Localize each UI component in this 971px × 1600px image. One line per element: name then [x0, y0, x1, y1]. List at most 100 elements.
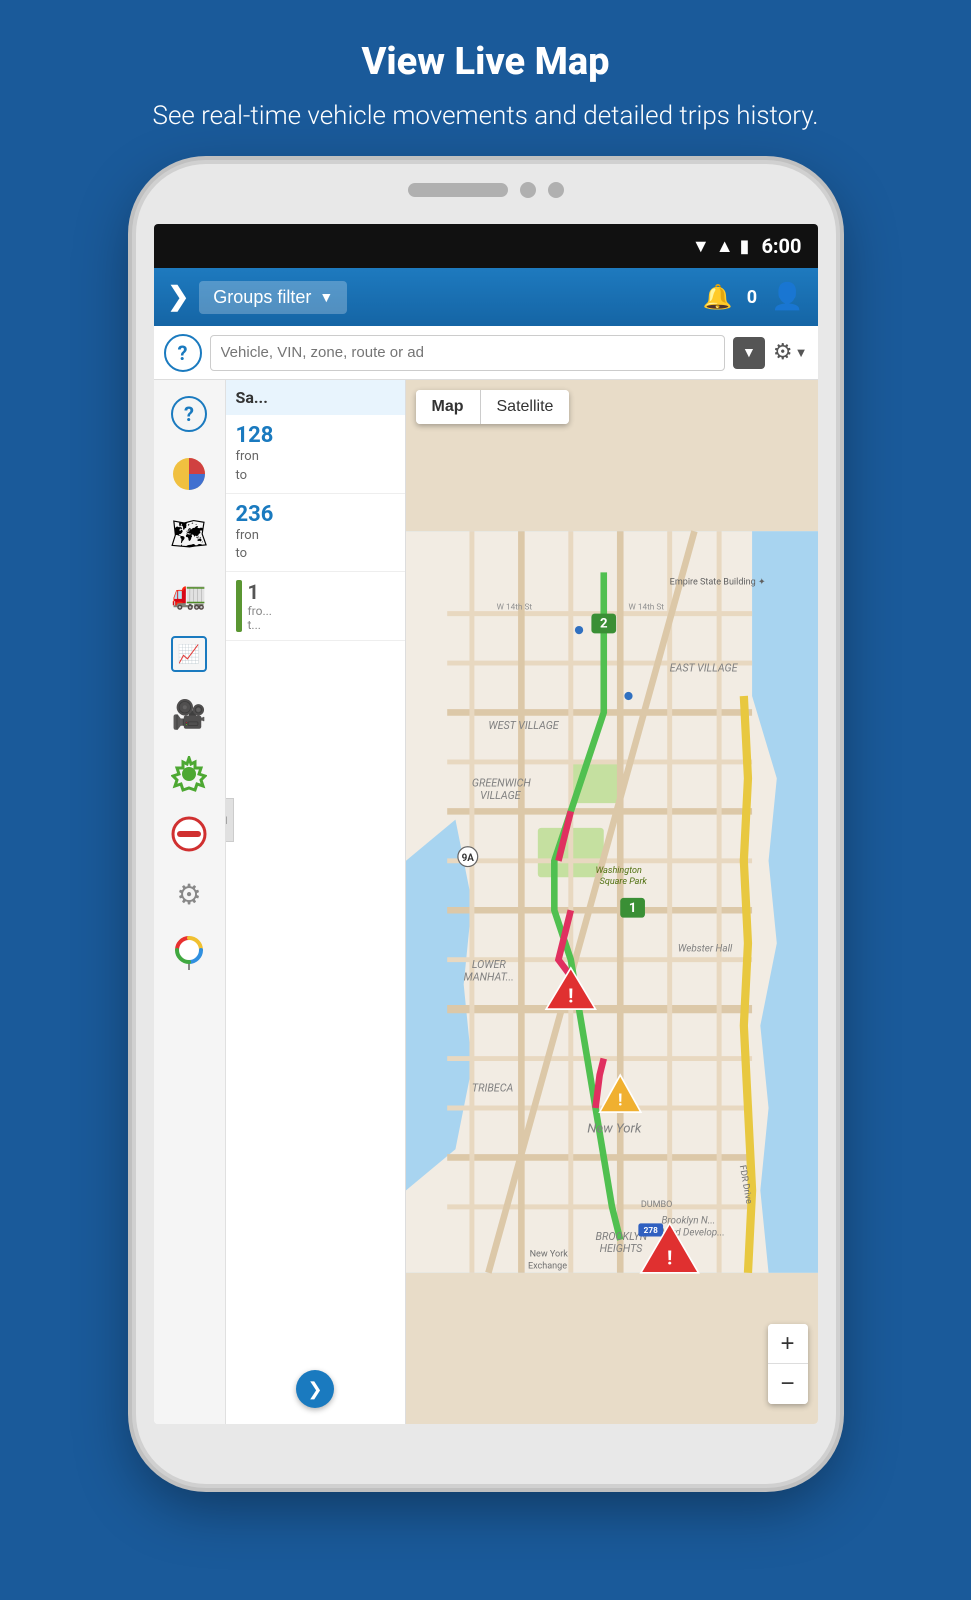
groups-filter-label: Groups filter [213, 287, 311, 308]
groups-filter-button[interactable]: Groups filter ▼ [199, 281, 347, 314]
svg-text:HEIGHTS: HEIGHTS [599, 1243, 643, 1256]
search-dropdown-button[interactable]: ▼ [733, 337, 765, 369]
vehicles-header-label: Sa... [236, 388, 268, 407]
no-entry-icon [171, 816, 207, 852]
vehicle-route-1: fro...t... [248, 604, 272, 632]
map-toggle: Map Satellite [416, 390, 570, 424]
sidebar-item-analytics[interactable]: 📈 [159, 626, 219, 682]
status-time: 6:00 [761, 234, 801, 258]
panel-collapse-button[interactable]: ◄ [226, 798, 234, 842]
vehicle-route-236: fronto [236, 527, 395, 563]
notification-bell-icon[interactable]: 🔔 [703, 283, 733, 311]
satellite-view-button[interactable]: Satellite [481, 390, 570, 424]
notification-badge: 0 [747, 287, 757, 308]
phone-speaker [408, 183, 508, 197]
svg-text:1: 1 [628, 901, 636, 916]
search-bar: ? ▼ ⚙ ▼ [154, 326, 818, 380]
status-icons: ▼ ▲ ▮ 6:00 [692, 234, 802, 258]
phone-frame: ▼ ▲ ▮ 6:00 ❯ Groups filter ▼ 🔔 0 👤 ? [136, 164, 836, 1484]
svg-text:W 14th St: W 14th St [628, 603, 664, 613]
main-content: ? 🗺 🚛 📈 [154, 380, 818, 1424]
panel-forward-button[interactable]: ❯ [296, 1370, 334, 1408]
phone-camera-2 [548, 182, 564, 198]
help-icon: ? [178, 341, 188, 365]
sidebar-item-map[interactable]: 🗺 [159, 506, 219, 562]
navigation-pin-icon [171, 936, 207, 972]
vehicles-header: Sa... [226, 380, 405, 415]
toolbar-right: 🔔 0 👤 [703, 282, 804, 312]
vehicles-panel: ◄ Sa... 128 fronto 236 fronto [226, 380, 406, 1424]
svg-text:WEST VILLAGE: WEST VILLAGE [488, 719, 559, 732]
sidebar-item-settings-green[interactable] [159, 746, 219, 802]
map-background: WEST VILLAGE GREENWICH VILLAGE LOWER MAN… [406, 380, 818, 1424]
wifi-icon: ▼ [692, 236, 710, 257]
zoom-out-button[interactable]: − [768, 1364, 808, 1404]
svg-text:W 14th St: W 14th St [496, 603, 532, 613]
svg-text:Webster Hall: Webster Hall [677, 944, 732, 955]
user-profile-icon[interactable]: 👤 [771, 282, 803, 312]
phone-screen: ▼ ▲ ▮ 6:00 ❯ Groups filter ▼ 🔔 0 👤 ? [154, 224, 818, 1424]
header-section: View Live Map See real-time vehicle move… [133, 0, 839, 164]
page-subtitle: See real-time vehicle movements and deta… [153, 98, 819, 134]
svg-text:2: 2 [599, 617, 607, 632]
app-toolbar: ❯ Groups filter ▼ 🔔 0 👤 [154, 268, 818, 326]
sidebar-item-navigation[interactable] [159, 926, 219, 982]
reports-pie-icon [171, 456, 207, 492]
settings-caret-icon: ▼ [795, 345, 808, 361]
svg-text:New York: New York [587, 1122, 642, 1137]
svg-text:278: 278 [643, 1227, 657, 1237]
map-area: WEST VILLAGE GREENWICH VILLAGE LOWER MAN… [406, 380, 818, 1424]
sidebar: ? 🗺 🚛 📈 [154, 380, 226, 1424]
groups-filter-caret: ▼ [319, 289, 333, 305]
vehicle-item-128[interactable]: 128 fronto [226, 415, 405, 493]
svg-text:TRIBECA: TRIBECA [471, 1082, 513, 1095]
svg-text:MANHAT...: MANHAT... [463, 971, 513, 984]
vehicle-number-1: 1 [248, 580, 272, 604]
truck-icon: 🚛 [172, 578, 207, 611]
sidebar-item-reports[interactable] [159, 446, 219, 502]
toolbar-back-arrow[interactable]: ❯ [168, 282, 190, 312]
svg-text:!: ! [618, 1092, 622, 1111]
settings-gear-icon: ⚙ [773, 340, 793, 365]
sidebar-item-configuration[interactable]: ⚙ [159, 866, 219, 922]
svg-text:EAST VILLAGE: EAST VILLAGE [669, 662, 738, 675]
zoom-in-button[interactable]: + [768, 1324, 808, 1364]
vehicle-number-236: 236 [236, 502, 395, 527]
search-settings-button[interactable]: ⚙ ▼ [773, 340, 808, 365]
sidebar-item-help[interactable]: ? [159, 386, 219, 442]
battery-icon: ▮ [740, 236, 750, 257]
svg-text:LOWER: LOWER [471, 958, 506, 971]
svg-text:!: ! [667, 1247, 672, 1270]
dropdown-caret-icon: ▼ [742, 344, 756, 361]
svg-text:VILLAGE: VILLAGE [480, 789, 522, 802]
map-view-button[interactable]: Map [416, 390, 480, 424]
sidebar-item-no-entry[interactable] [159, 806, 219, 862]
svg-text:Washington: Washington [595, 867, 641, 877]
map-bookmark-icon: 🗺 [170, 517, 208, 552]
svg-text:Empire State Building ✦: Empire State Building ✦ [669, 578, 765, 588]
sidebar-item-camera[interactable]: 🎥 [159, 686, 219, 742]
vehicle-number-128: 128 [236, 423, 395, 448]
help-circle-icon: ? [171, 396, 207, 432]
phone-camera [520, 182, 536, 198]
svg-text:GREENWICH: GREENWICH [471, 777, 530, 790]
svg-text:9A: 9A [461, 853, 474, 864]
vehicle-item-1[interactable]: 1 fro...t... [226, 572, 405, 641]
svg-text:Square Park: Square Park [599, 877, 647, 887]
help-button[interactable]: ? [164, 334, 202, 372]
green-gear-icon [171, 756, 207, 792]
svg-text:DUMBO: DUMBO [640, 1200, 672, 1210]
config-gear-icon: ⚙ [176, 878, 201, 911]
camera-icon: 🎥 [172, 698, 207, 731]
svg-text:Exchange: Exchange [527, 1262, 566, 1272]
page-title: View Live Map [153, 40, 819, 84]
status-bar: ▼ ▲ ▮ 6:00 [154, 224, 818, 268]
svg-text:!: ! [568, 985, 573, 1008]
svg-text:New York: New York [529, 1250, 568, 1260]
chart-icon: 📈 [171, 636, 207, 672]
search-input[interactable] [210, 335, 725, 371]
zoom-controls: + − [768, 1324, 808, 1404]
vehicle-item-236[interactable]: 236 fronto [226, 494, 405, 572]
sidebar-item-vehicles[interactable]: 🚛 [159, 566, 219, 622]
vehicle-warning-bar [236, 580, 242, 632]
